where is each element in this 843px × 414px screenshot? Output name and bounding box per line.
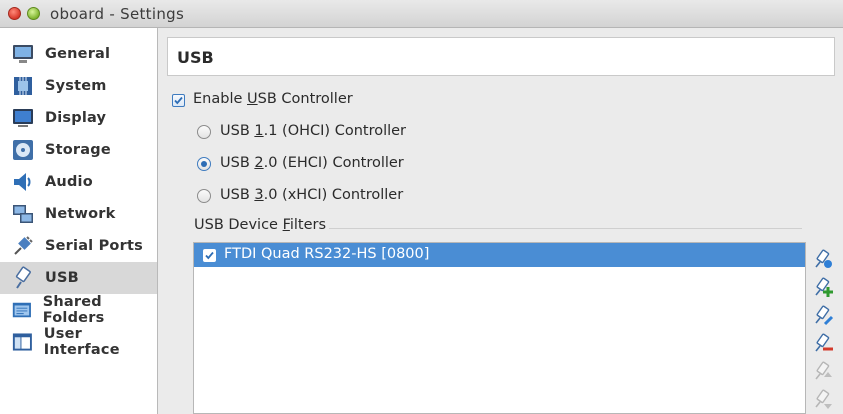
serial-plug-icon (14, 236, 33, 255)
usb11-label[interactable]: USB 1.1 (OHCI) Controller (220, 123, 406, 139)
mnemonic-char: F (282, 217, 290, 233)
move-up-icon[interactable] (812, 360, 834, 382)
display-icon (13, 109, 33, 127)
sidebar-item-label: System (45, 78, 107, 94)
sidebar-item-usb[interactable]: USB (0, 262, 157, 294)
label-text: USB (220, 187, 255, 203)
sidebar-item-label: Network (45, 206, 116, 222)
usb-icon (15, 266, 31, 289)
chip-icon (14, 77, 32, 95)
sidebar-item-shared-folders[interactable]: Shared Folders (0, 294, 157, 326)
label-text: .0 (xHCI) Controller (263, 187, 404, 203)
filter-name: FTDI Quad RS232-HS [0800] (224, 246, 430, 262)
mnemonic-char: U (247, 91, 258, 107)
enable-usb-label[interactable]: Enable USB Controller (193, 91, 353, 107)
checkmark-icon (205, 251, 214, 260)
sidebar-item-storage[interactable]: Storage (0, 134, 157, 166)
sidebar-item-network[interactable]: Network (0, 198, 157, 230)
usb11-radio[interactable] (197, 125, 211, 139)
list-item[interactable]: FTDI Quad RS232-HS [0800] (194, 243, 805, 267)
label-text: Enable (193, 91, 247, 107)
sidebar-item-label: Shared Folders (42, 294, 105, 326)
add-from-device-icon[interactable] (812, 276, 834, 298)
sidebar-item-serial-ports[interactable]: Serial Ports (0, 230, 157, 262)
window-title: oboard - Settings (50, 5, 185, 23)
label-text: .0 (EHCI) Controller (263, 155, 404, 171)
minimize-window-button[interactable] (27, 7, 40, 20)
title-bar: oboard - Settings (0, 0, 843, 28)
filter-enabled-checkbox[interactable] (203, 249, 216, 262)
sidebar-item-label: Audio (45, 174, 93, 190)
mnemonic-char: 1 (254, 123, 264, 139)
device-filters-heading: USB Device Filters (194, 217, 326, 233)
enable-usb-checkbox[interactable] (172, 94, 185, 107)
sidebar-item-system[interactable]: System (0, 70, 157, 102)
label-text: ilters (289, 217, 327, 233)
page-header: USB (167, 37, 835, 76)
label-text: .1 (OHCI) Controller (263, 123, 407, 139)
label-text: USB (220, 155, 255, 171)
device-filters-list[interactable]: FTDI Quad RS232-HS [0800] (193, 242, 806, 414)
sidebar-item-label: User Interface (43, 326, 120, 358)
add-filter-icon[interactable] (812, 248, 834, 270)
folder-icon (12, 302, 31, 318)
settings-sidebar: General System Display Storage Audio Net… (0, 28, 158, 414)
label-text: SB Controller (257, 91, 353, 107)
label-text: USB (220, 123, 255, 139)
usb30-label[interactable]: USB 3.0 (xHCI) Controller (220, 187, 403, 203)
sidebar-item-display[interactable]: Display (0, 102, 157, 134)
close-window-button[interactable] (8, 7, 21, 20)
group-divider (329, 228, 802, 229)
move-down-icon[interactable] (812, 388, 834, 410)
mnemonic-char: 3 (254, 187, 264, 203)
sidebar-item-label: Serial Ports (45, 238, 143, 254)
window-icon (12, 333, 32, 351)
sidebar-item-label: USB (45, 270, 79, 286)
usb30-radio[interactable] (197, 189, 211, 203)
edit-filter-icon[interactable] (812, 304, 834, 326)
monitor-icon (13, 45, 33, 63)
label-text: USB Device (194, 217, 283, 233)
usb20-label[interactable]: USB 2.0 (EHCI) Controller (220, 155, 404, 171)
page-title: USB (177, 48, 214, 67)
sidebar-item-label: General (45, 46, 111, 62)
remove-filter-icon[interactable] (812, 332, 834, 354)
checkmark-icon (174, 96, 183, 105)
sidebar-item-label: Storage (45, 142, 111, 158)
mnemonic-char: 2 (254, 155, 264, 171)
usb20-radio[interactable] (197, 157, 211, 171)
sidebar-item-audio[interactable]: Audio (0, 166, 157, 198)
sidebar-item-general[interactable]: General (0, 38, 157, 70)
sidebar-item-user-interface[interactable]: User Interface (0, 326, 157, 358)
speaker-icon (14, 173, 31, 191)
network-icon (13, 205, 33, 223)
disk-icon (13, 140, 33, 160)
sidebar-item-label: Display (45, 110, 107, 126)
